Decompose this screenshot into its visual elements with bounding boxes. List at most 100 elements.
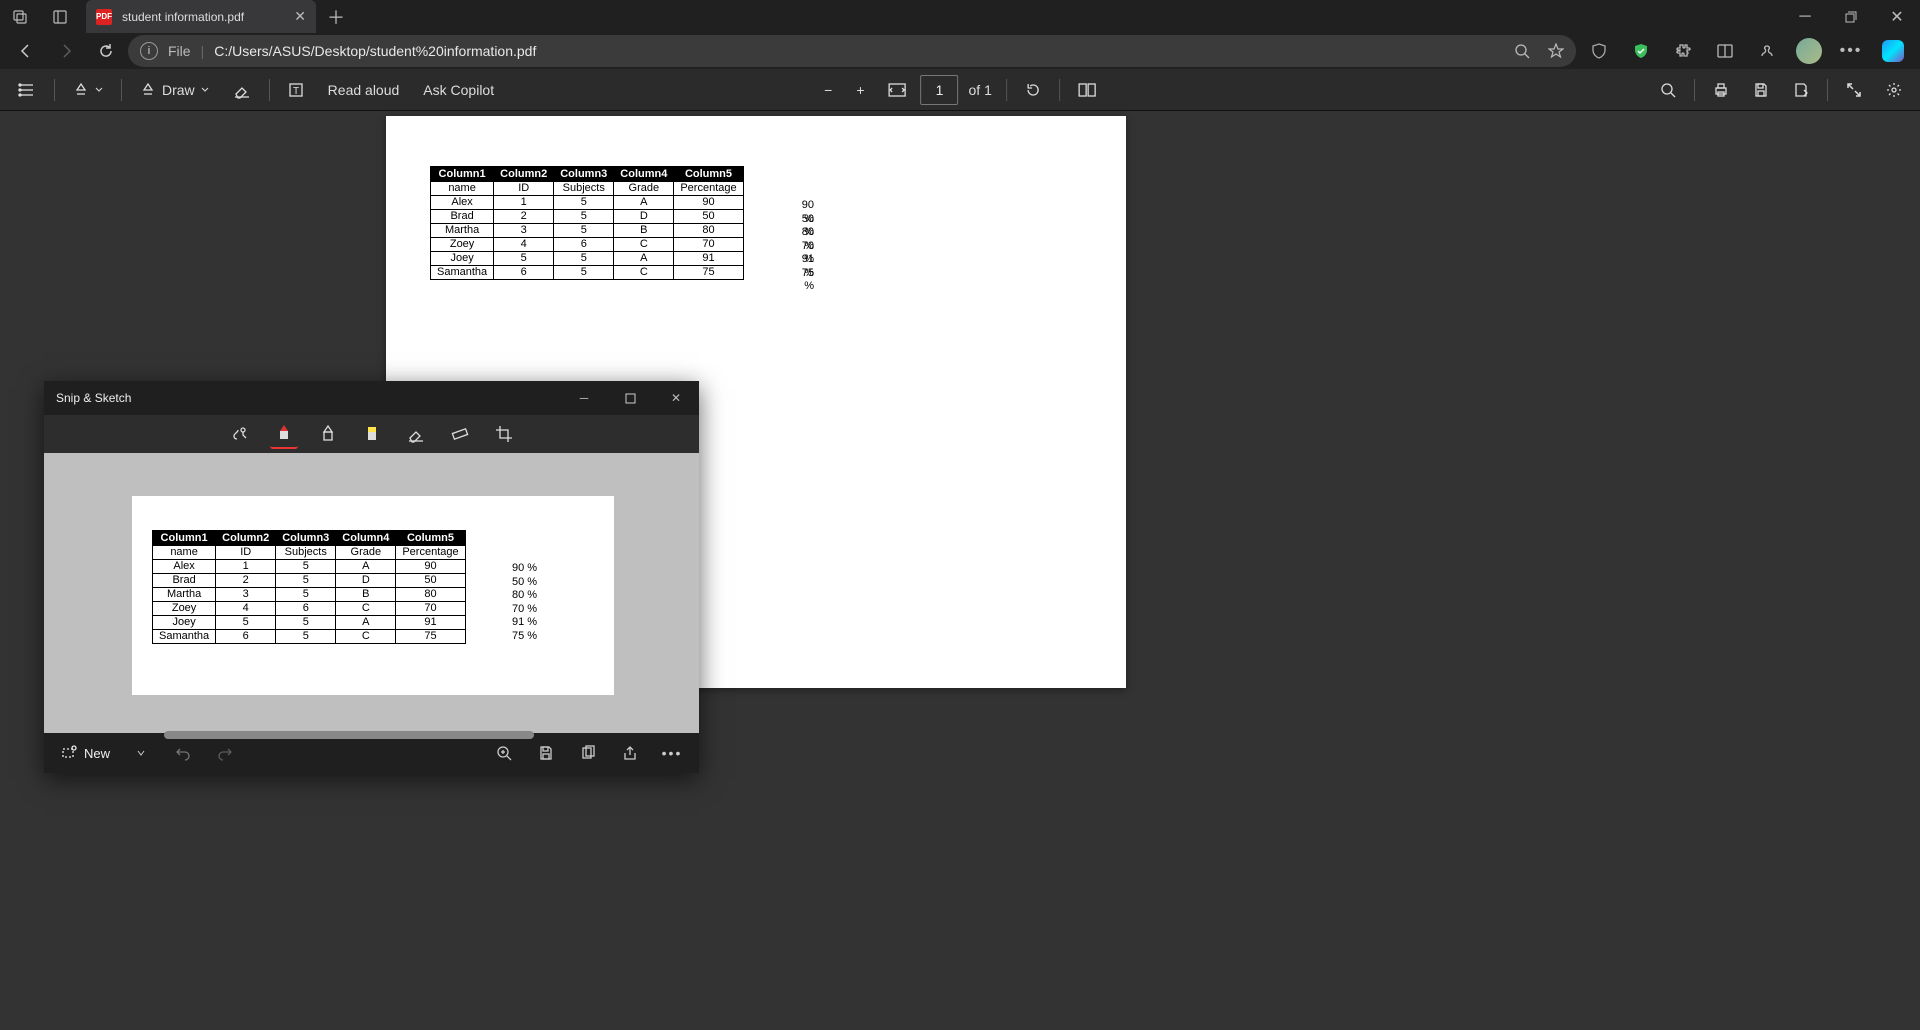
snip-titlebar[interactable]: Snip & Sketch ─ ✕	[44, 381, 699, 415]
undo-icon[interactable]	[166, 739, 200, 767]
pct-value: 70 %	[512, 603, 537, 617]
snip-zoom-icon[interactable]	[487, 739, 521, 767]
table-header: Column1	[153, 531, 216, 546]
tab-title: student information.pdf	[122, 10, 244, 24]
window-minimize-icon[interactable]: ─	[1782, 0, 1828, 33]
snip-new-button[interactable]: New	[54, 740, 116, 766]
more-menu-icon[interactable]: •••	[1832, 35, 1870, 67]
table-cell: 6	[276, 602, 336, 616]
snip-maximize-icon[interactable]	[607, 381, 653, 415]
pdf-toolbar: Draw T Read aloud Ask Copilot − + of 1	[0, 69, 1920, 111]
zoom-out-button[interactable]: −	[814, 73, 842, 107]
table-row: Samantha65C75	[431, 266, 744, 280]
contents-icon[interactable]	[8, 73, 46, 107]
pct-value: 50 %	[512, 576, 537, 590]
snip-minimize-icon[interactable]: ─	[561, 381, 607, 415]
ask-copilot-label: Ask Copilot	[423, 82, 494, 98]
refresh-button[interactable]	[88, 35, 124, 67]
table-row: Alex15A90	[431, 196, 744, 210]
rotate-icon[interactable]	[1015, 73, 1051, 107]
snip-save-icon[interactable]	[529, 739, 563, 767]
window-close-icon[interactable]: ✕	[1874, 0, 1920, 33]
page-view-icon[interactable]	[1068, 73, 1106, 107]
zoom-in-button[interactable]: +	[846, 73, 874, 107]
table-cell: 5	[276, 630, 336, 644]
table-cell: A	[336, 560, 396, 574]
favorites-hub-icon[interactable]	[1748, 35, 1786, 67]
fullscreen-icon[interactable]	[1836, 73, 1872, 107]
table-cell: 5	[216, 616, 276, 630]
draw-button[interactable]: Draw	[130, 73, 219, 107]
security-shield-icon[interactable]	[1622, 35, 1660, 67]
tab-actions-icon[interactable]	[0, 0, 40, 33]
page-total-label: of 1	[963, 82, 998, 98]
student-table: Column1Column2Column3Column4Column5 name…	[430, 166, 744, 280]
page-number-input[interactable]	[921, 75, 959, 105]
pct-value: 91 %	[794, 253, 814, 267]
table-subheader: ID	[494, 182, 554, 196]
url-box[interactable]: i File | C:/Users/ASUS/Desktop/student%2…	[128, 35, 1576, 67]
print-icon[interactable]	[1703, 73, 1739, 107]
table-subheader: Subjects	[554, 182, 614, 196]
svg-text:T: T	[293, 86, 299, 97]
table-cell: 6	[216, 630, 276, 644]
pct-value: 91 %	[512, 616, 537, 630]
window-maximize-icon[interactable]	[1828, 0, 1874, 33]
split-screen-icon[interactable]	[1706, 35, 1744, 67]
tab-close-icon[interactable]: ✕	[294, 8, 306, 25]
table-cell: Samantha	[153, 630, 216, 644]
site-info-icon[interactable]: i	[140, 42, 158, 60]
pdf-settings-icon[interactable]	[1876, 73, 1912, 107]
table-cell: D	[336, 574, 396, 588]
new-tab-button[interactable]: ＋	[316, 0, 356, 33]
read-aloud-button[interactable]: Read aloud	[318, 73, 410, 107]
save-icon[interactable]	[1743, 73, 1779, 107]
table-cell: B	[614, 224, 674, 238]
percentage-column: 90 %50 %80 %70 %91 %75 %	[794, 199, 814, 280]
touch-writing-icon[interactable]	[226, 419, 254, 449]
copilot-sidebar-icon[interactable]	[1874, 35, 1912, 67]
pencil-icon[interactable]	[314, 419, 342, 449]
table-cell: Alex	[153, 560, 216, 574]
snip-more-icon[interactable]: •••	[655, 739, 689, 767]
add-text-icon[interactable]: T	[278, 73, 314, 107]
highlighter-icon[interactable]	[358, 419, 386, 449]
table-cell: 80	[674, 224, 743, 238]
ballpoint-pen-icon[interactable]	[270, 419, 298, 449]
ruler-icon[interactable]	[446, 419, 474, 449]
redo-icon[interactable]	[208, 739, 242, 767]
pct-value: 75 %	[512, 630, 537, 644]
browser-tab[interactable]: PDF student information.pdf ✕	[86, 0, 316, 33]
snip-copy-icon[interactable]	[571, 739, 605, 767]
fit-page-icon[interactable]	[879, 73, 917, 107]
eraser-icon[interactable]	[402, 419, 430, 449]
ask-copilot-button[interactable]: Ask Copilot	[413, 73, 504, 107]
table-row: Zoey46C70	[153, 602, 466, 616]
snip-h-scrollbar[interactable]	[164, 731, 534, 739]
table-cell: C	[614, 266, 674, 280]
table-cell: 5	[276, 616, 336, 630]
table-cell: 6	[494, 266, 554, 280]
highlight-dropdown-icon[interactable]	[63, 73, 113, 107]
snip-close-icon[interactable]: ✕	[653, 381, 699, 415]
tracking-shield-icon[interactable]	[1580, 35, 1618, 67]
snip-share-icon[interactable]	[613, 739, 647, 767]
table-cell: Martha	[153, 588, 216, 602]
table-cell: 5	[276, 588, 336, 602]
snip-new-dropdown-icon[interactable]	[124, 739, 158, 767]
find-icon[interactable]	[1650, 73, 1686, 107]
favorite-star-icon[interactable]	[1548, 43, 1564, 59]
erase-icon[interactable]	[223, 73, 261, 107]
save-as-icon[interactable]	[1783, 73, 1819, 107]
profile-avatar[interactable]	[1790, 35, 1828, 67]
table-cell: 90	[674, 196, 743, 210]
vertical-tabs-icon[interactable]	[40, 0, 80, 33]
snip-canvas[interactable]: Column1Column2Column3Column4Column5 name…	[44, 453, 699, 733]
table-cell: Brad	[153, 574, 216, 588]
crop-icon[interactable]	[490, 419, 518, 449]
back-button[interactable]	[8, 35, 44, 67]
pct-value: 90 %	[794, 199, 814, 213]
zoom-indicator-icon[interactable]	[1514, 43, 1530, 59]
extensions-icon[interactable]	[1664, 35, 1702, 67]
table-cell: 5	[554, 252, 614, 266]
